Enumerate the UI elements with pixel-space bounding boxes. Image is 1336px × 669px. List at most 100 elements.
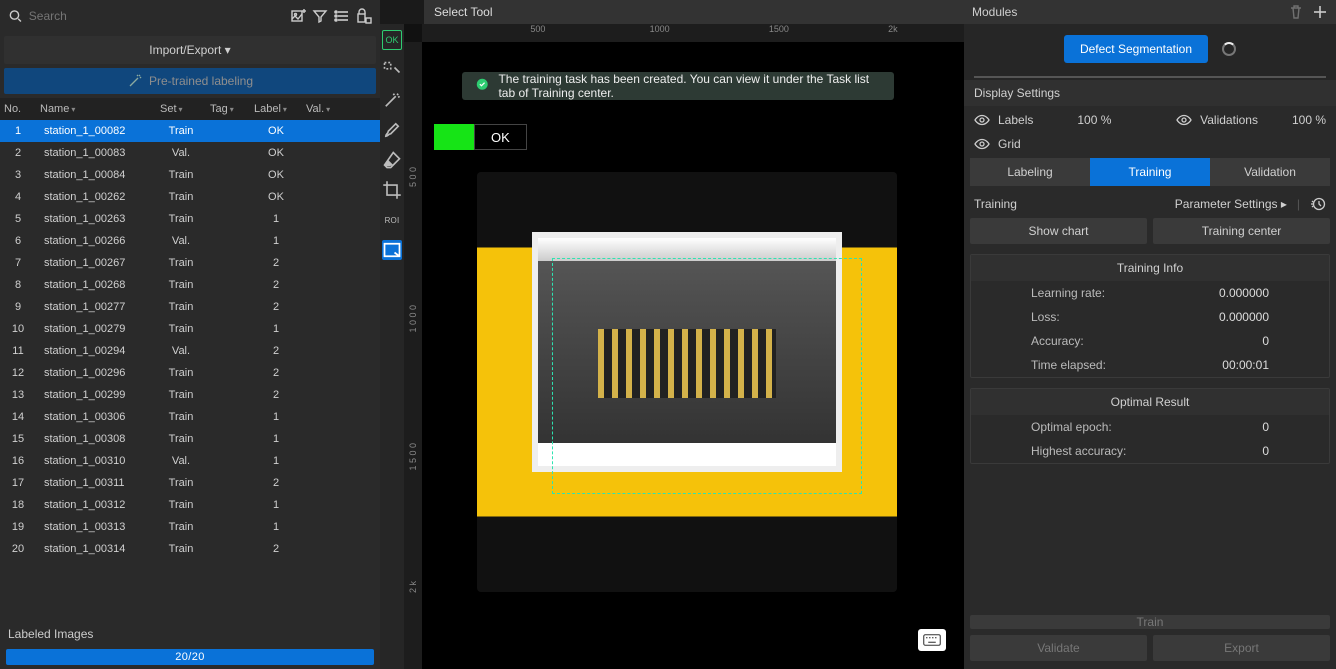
ruler-top: 500 1000 1500 2k	[422, 24, 964, 42]
validations-pct: 100 %	[1292, 113, 1326, 127]
image-list-panel: Import/Export ▾ Pre-trained labeling No.…	[0, 0, 380, 669]
info-row: Accuracy:0	[971, 329, 1329, 353]
col-label[interactable]: Label▾	[250, 103, 302, 115]
wand-icon	[127, 73, 143, 89]
export-button[interactable]: Export	[1153, 635, 1330, 661]
search-icon	[8, 8, 23, 24]
labels-pct: 100 %	[1077, 113, 1111, 127]
show-chart-button[interactable]: Show chart	[970, 218, 1147, 244]
mode-tabs: Labeling Training Validation	[970, 158, 1330, 186]
add-module-icon[interactable]	[1312, 4, 1328, 20]
training-info-box: Training Info Learning rate:0.000000Loss…	[970, 254, 1330, 378]
col-no[interactable]: No.	[0, 103, 36, 115]
tool-ok-tag[interactable]: OK	[382, 30, 402, 50]
table-row[interactable]: 17station_1_00311Train2	[0, 472, 380, 494]
tool-template[interactable]	[382, 240, 402, 260]
class-color-swatch	[434, 124, 474, 150]
ruler-left: 5 0 0 1 0 0 0 1 5 0 0 2 k	[404, 42, 422, 669]
table-row[interactable]: 9station_1_00277Train2	[0, 296, 380, 318]
table-row[interactable]: 2station_1_00083Val.OK	[0, 142, 380, 164]
table-row[interactable]: 5station_1_00263Train1	[0, 208, 380, 230]
labeled-progress: 20/20	[6, 649, 374, 665]
labels-label: Labels	[998, 113, 1033, 127]
image-add-icon[interactable]	[290, 8, 306, 24]
notification-banner: The training task has been created. You …	[462, 72, 894, 100]
table-row[interactable]: 8station_1_00268Train2	[0, 274, 380, 296]
image-table: No. Name▾ Set▾ Tag▾ Label▾ Val.▾ 1statio…	[0, 98, 380, 623]
tool-magic-wand[interactable]	[382, 90, 402, 110]
keyboard-icon[interactable]	[918, 629, 946, 651]
training-section-label: Training	[974, 197, 1017, 211]
module-timeline	[964, 74, 1336, 80]
table-row[interactable]: 6station_1_00266Val.1	[0, 230, 380, 252]
training-center-button[interactable]: Training center	[1153, 218, 1330, 244]
info-row: Optimal epoch:0	[971, 415, 1329, 439]
table-row[interactable]: 16station_1_00310Val.1	[0, 450, 380, 472]
tab-validation[interactable]: Validation	[1210, 158, 1330, 186]
table-row[interactable]: 3station_1_00084TrainOK	[0, 164, 380, 186]
check-circle-icon	[476, 78, 488, 94]
table-row[interactable]: 14station_1_00306Train1	[0, 406, 380, 428]
sample-image	[477, 172, 897, 592]
table-row[interactable]: 18station_1_00312Train1	[0, 494, 380, 516]
train-button[interactable]: Train	[970, 615, 1330, 629]
table-row[interactable]: 13station_1_00299Train2	[0, 384, 380, 406]
list-view-icon[interactable]	[334, 8, 350, 24]
search-input[interactable]	[29, 9, 284, 23]
tool-eraser[interactable]	[382, 150, 402, 170]
table-row[interactable]: 15station_1_00308Train1	[0, 428, 380, 450]
image-viewport[interactable]	[434, 152, 940, 612]
canvas-area[interactable]: The training task has been created. You …	[422, 42, 964, 669]
class-badge: OK	[434, 124, 527, 150]
tab-training[interactable]: Training	[1090, 158, 1210, 186]
tool-column: OK ROI	[380, 24, 404, 669]
col-set[interactable]: Set▾	[156, 103, 206, 115]
import-export-label: Import/Export ▾	[149, 43, 230, 57]
table-row[interactable]: 12station_1_00296Train2	[0, 362, 380, 384]
history-icon[interactable]	[1310, 196, 1326, 212]
grid-label: Grid	[998, 137, 1021, 151]
info-row: Time elapsed:00:00:01	[971, 353, 1329, 377]
tab-labeling[interactable]: Labeling	[970, 158, 1090, 186]
pretrained-labeling-button[interactable]: Pre-trained labeling	[4, 68, 376, 94]
col-name[interactable]: Name▾	[36, 103, 156, 115]
parameter-settings-link[interactable]: Parameter Settings ▸	[1175, 197, 1287, 211]
modules-panel: Modules Defect Segmentation Display Sett…	[964, 0, 1336, 669]
table-row[interactable]: 10station_1_00279Train1	[0, 318, 380, 340]
pretrained-label: Pre-trained labeling	[149, 74, 253, 88]
search-box[interactable]	[8, 8, 284, 24]
table-header: No. Name▾ Set▾ Tag▾ Label▾ Val.▾	[0, 98, 380, 120]
canvas-title: Select Tool	[424, 0, 964, 24]
filter-icon[interactable]	[312, 8, 328, 24]
tag-lock-icon[interactable]	[356, 8, 372, 24]
display-settings-header: Display Settings	[964, 80, 1336, 106]
loading-spinner-icon	[1222, 42, 1236, 56]
eye-icon[interactable]	[1176, 112, 1192, 128]
table-row[interactable]: 4station_1_00262TrainOK	[0, 186, 380, 208]
optimal-result-box: Optimal Result Optimal epoch:0Highest ac…	[970, 388, 1330, 464]
validate-button[interactable]: Validate	[970, 635, 1147, 661]
class-label: OK	[474, 124, 527, 150]
table-row[interactable]: 1station_1_00082TrainOK	[0, 120, 380, 142]
table-row[interactable]: 11station_1_00294Val.2	[0, 340, 380, 362]
eye-icon[interactable]	[974, 112, 990, 128]
tool-roi[interactable]: ROI	[382, 210, 402, 230]
canvas-panel: Select Tool OK ROI 500 1000 1500 2k 5 0 …	[380, 0, 964, 669]
labeled-images-label: Labeled Images	[0, 623, 380, 645]
modules-header: Modules	[964, 0, 1336, 24]
col-tag[interactable]: Tag▾	[206, 103, 250, 115]
table-row[interactable]: 7station_1_00267Train2	[0, 252, 380, 274]
tool-lasso[interactable]	[382, 60, 402, 80]
module-chip-defect-segmentation[interactable]: Defect Segmentation	[1064, 35, 1208, 63]
col-val[interactable]: Val.▾	[302, 103, 372, 115]
tool-brush[interactable]	[382, 120, 402, 140]
info-row: Learning rate:0.000000	[971, 281, 1329, 305]
eye-icon[interactable]	[974, 136, 990, 152]
info-row: Loss:0.000000	[971, 305, 1329, 329]
import-export-button[interactable]: Import/Export ▾	[4, 36, 376, 64]
tool-crop[interactable]	[382, 180, 402, 200]
table-row[interactable]: 20station_1_00314Train2	[0, 538, 380, 560]
info-row: Highest accuracy:0	[971, 439, 1329, 463]
delete-module-icon[interactable]	[1288, 4, 1304, 20]
table-row[interactable]: 19station_1_00313Train1	[0, 516, 380, 538]
